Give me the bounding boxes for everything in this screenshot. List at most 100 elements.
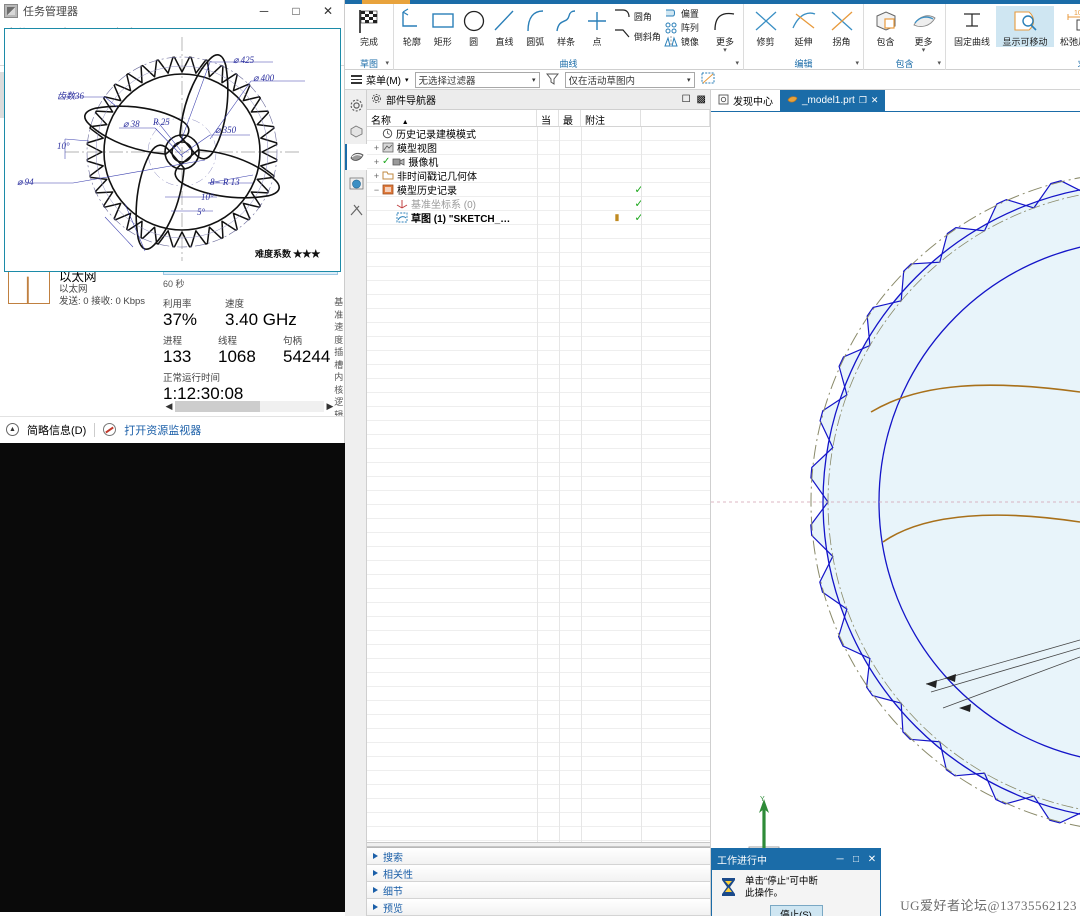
tree-row-empty bbox=[367, 393, 710, 407]
dialog-close-button[interactable]: ✕ bbox=[864, 854, 880, 865]
chevron-down-icon[interactable]: ▾ bbox=[687, 76, 691, 84]
chevron-down-icon[interactable]: ▾ bbox=[405, 76, 409, 84]
horizontal-scrollbar[interactable]: ◀ ▶ bbox=[163, 400, 336, 412]
close-button[interactable]: ✕ bbox=[312, 0, 344, 22]
tree-row[interactable]: + 模型视图 bbox=[367, 141, 710, 155]
tree-row-empty bbox=[367, 561, 710, 575]
scroll-left-arrow[interactable]: ◀ bbox=[163, 401, 175, 412]
ribbon-button-trim[interactable]: 修剪 bbox=[747, 6, 784, 47]
ribbon-group-name: 编辑 ▾ bbox=[744, 56, 863, 70]
ribbon-button-arc[interactable]: 圆弧 bbox=[520, 6, 550, 47]
pin-tab-icon[interactable]: ❐ bbox=[859, 95, 867, 106]
column-header-latest[interactable]: 最 bbox=[559, 110, 581, 127]
part-navigator-icon[interactable] bbox=[345, 144, 367, 170]
tree-cell-latest: ✓ bbox=[634, 212, 644, 224]
assembly-navigator-icon[interactable] bbox=[345, 118, 367, 144]
cad-viewport[interactable]: Y 工作进行中 ─ □ ✕ 单击“停止”可中断 此操作。 停止(S) UG爱好者… bbox=[711, 112, 1080, 916]
document-tabs: 发现中心 _model1.prt ❐ ✕ bbox=[711, 90, 1080, 112]
chevron-down-icon[interactable]: ▾ bbox=[723, 47, 727, 54]
gear-engineering-drawing: 难度系数 ★★★ ⌀ 425 ⌀ 400 齿数36 ⌀ 38 R 25 ⌀ 350 10° ⌀… bbox=[4, 28, 341, 272]
column-header-name[interactable]: 名称 ▲ bbox=[367, 110, 537, 127]
chevron-down-icon[interactable]: ▾ bbox=[922, 47, 926, 54]
menu-button[interactable]: 菜单(M) ▾ bbox=[351, 72, 409, 87]
ribbon-button-pattern[interactable]: 阵列 bbox=[664, 20, 709, 34]
tree-expander[interactable]: + bbox=[371, 171, 382, 181]
tree-row[interactable]: 基准坐标系 (0) ✓ bbox=[367, 197, 710, 211]
resource-monitor-icon[interactable] bbox=[103, 423, 117, 436]
chevron-down-icon[interactable]: ▾ bbox=[735, 59, 739, 67]
ribbon-button-circle[interactable]: 圆 bbox=[459, 6, 489, 47]
dialog-maximize-button[interactable]: □ bbox=[848, 854, 864, 865]
tree-expander[interactable]: + bbox=[371, 143, 382, 153]
tree-row[interactable]: 草图 (1) "SKETCH_… ▮ ✓ bbox=[367, 211, 710, 225]
chevron-down-icon[interactable]: ▾ bbox=[855, 59, 859, 67]
ribbon-button-profile[interactable]: 轮廓 bbox=[397, 6, 427, 47]
section-preview[interactable]: 预览 bbox=[367, 899, 710, 916]
chevron-down-icon[interactable]: ▾ bbox=[532, 76, 536, 84]
sketch-scope-icon[interactable] bbox=[701, 72, 716, 88]
open-resource-monitor-link[interactable]: 打开资源监视器 bbox=[124, 422, 201, 438]
ribbon-button-chamfer[interactable]: 倒斜角 bbox=[613, 26, 663, 46]
check-icon[interactable]: ✓ bbox=[382, 156, 390, 167]
close-tab-icon[interactable]: ✕ bbox=[871, 95, 879, 106]
scroll-right-arrow[interactable]: ▶ bbox=[324, 401, 336, 412]
chevron-down-icon[interactable]: ▾ bbox=[385, 59, 389, 67]
ribbon-button-extend[interactable]: 延伸 bbox=[785, 6, 822, 47]
ribbon-button-finish[interactable]: 完成 bbox=[348, 6, 390, 47]
scrollbar-track[interactable] bbox=[175, 400, 324, 412]
tree-row[interactable]: − 模型历史记录 ✓ bbox=[367, 183, 710, 197]
ribbon-button-more-include[interactable]: 更多 ▾ bbox=[905, 6, 942, 54]
column-header-current[interactable]: 当 bbox=[537, 110, 559, 127]
ribbon-button-more-curve[interactable]: 更多 ▾ bbox=[710, 6, 740, 54]
tab-model1-prt[interactable]: _model1.prt ❐ ✕ bbox=[780, 90, 886, 111]
triangle-right-icon bbox=[373, 904, 378, 910]
ribbon-button-corner[interactable]: 拐角 bbox=[823, 6, 860, 47]
ribbon-button-fillet[interactable]: 圆角 bbox=[613, 6, 663, 26]
ribbon-button-spline[interactable]: 样条 bbox=[551, 6, 581, 47]
chevron-up-icon[interactable]: ▲ bbox=[6, 423, 19, 436]
corner-icon bbox=[828, 6, 856, 36]
tree-row[interactable]: + ✓ 摄像机 bbox=[367, 155, 710, 169]
filter-funnel-icon[interactable] bbox=[545, 72, 559, 88]
tools-icon[interactable] bbox=[345, 196, 367, 222]
ribbon-button-show-movable[interactable]: 显示可移动 bbox=[996, 6, 1054, 47]
tree-row-empty bbox=[367, 337, 710, 351]
column-header-note[interactable]: 附注 bbox=[581, 110, 641, 127]
ribbon-group-name: 曲线 ▾ bbox=[394, 56, 743, 70]
ribbon-button-fix-curve[interactable]: 固定曲线 bbox=[949, 6, 995, 47]
chevron-down-icon[interactable]: ▾ bbox=[937, 59, 941, 67]
web-browser-icon[interactable] bbox=[345, 170, 367, 196]
ribbon-button-line[interactable]: 直线 bbox=[490, 6, 520, 47]
gear-icon[interactable] bbox=[371, 93, 382, 107]
work-in-progress-dialog[interactable]: 工作进行中 ─ □ ✕ 单击“停止”可中断 此操作。 停止(S) bbox=[711, 848, 881, 916]
navigator-tree[interactable]: 历史记录建模模式 + 模型视图 + ✓ 摄像机 + 非时间戳记几何体 − 模型历史记录 ✓ 基准坐标系… bbox=[367, 127, 710, 842]
scope-dropdown[interactable]: 仅在活动草图内 ▾ bbox=[564, 71, 695, 88]
ribbon-button-label: 修剪 bbox=[756, 37, 775, 47]
settings-gear-icon[interactable] bbox=[345, 92, 367, 118]
tree-row-label: 模型视图 bbox=[397, 144, 437, 155]
scrollbar-thumb[interactable] bbox=[175, 400, 260, 412]
ribbon-button-offset[interactable]: 偏置 bbox=[664, 6, 709, 20]
float-panel-icon[interactable]: ☐ bbox=[682, 94, 691, 105]
tree-expander[interactable]: − bbox=[371, 185, 382, 195]
dialog-minimize-button[interactable]: ─ bbox=[832, 854, 848, 865]
stop-button[interactable]: 停止(S) bbox=[769, 905, 823, 916]
minimize-button[interactable]: ─ bbox=[248, 0, 280, 22]
tree-row[interactable]: + 非时间戳记几何体 bbox=[367, 169, 710, 183]
ribbon-button-rectangle[interactable]: 矩形 bbox=[428, 6, 458, 47]
section-dependencies[interactable]: 相关性 bbox=[367, 865, 710, 882]
tree-row[interactable]: 历史记录建模模式 bbox=[367, 127, 710, 141]
ribbon-button-include[interactable]: 包含 bbox=[867, 6, 904, 47]
selection-filter-dropdown[interactable]: 无选择过滤器 ▾ bbox=[414, 71, 540, 88]
ribbon-button-mirror[interactable]: 镜像 bbox=[664, 34, 709, 48]
less-details-button[interactable]: 简略信息(D) bbox=[27, 422, 86, 438]
dock-panel-icon[interactable]: ▩ bbox=[697, 94, 706, 105]
maximize-button[interactable]: □ bbox=[280, 0, 312, 22]
section-details[interactable]: 细节 bbox=[367, 882, 710, 899]
gear-model-3d[interactable] bbox=[711, 112, 1080, 894]
tab-discovery-center[interactable]: 发现中心 bbox=[711, 90, 780, 111]
tree-expander[interactable]: + bbox=[371, 157, 382, 167]
ribbon-button-point[interactable]: 点 bbox=[582, 6, 612, 47]
ribbon-button-relax-dimension[interactable]: 10 松弛尺寸 bbox=[1055, 6, 1080, 47]
section-search[interactable]: 搜索 bbox=[367, 848, 710, 865]
